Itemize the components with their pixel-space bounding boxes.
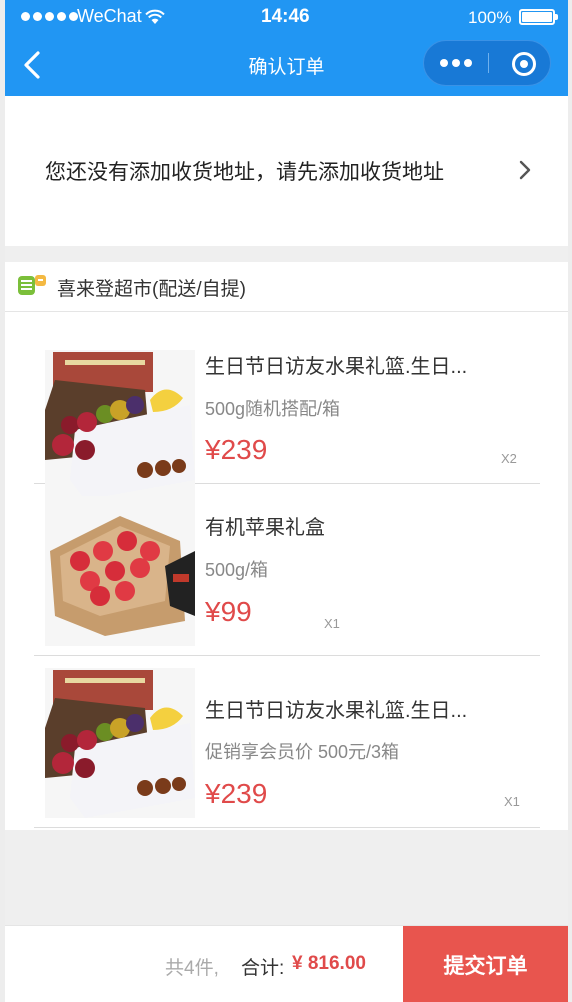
item-title: 生日节日访友水果礼篮.生日... (205, 700, 468, 722)
item-price: ¥99 (205, 596, 252, 627)
item-quantity: X1 (504, 794, 520, 809)
more-icon[interactable] (424, 41, 488, 85)
app-frame: WeChat 14:46 100% 确认订单 您还没有添加收货地址，请先添加收货… (5, 0, 568, 1002)
fruit-basket-image (45, 668, 195, 818)
item-price: ¥239 (205, 778, 268, 809)
order-item[interactable]: 生日节日访友水果礼篮.生日... 500g随机搭配/箱 ¥239 X2 (34, 312, 540, 500)
item-count: 共4件, (165, 958, 219, 979)
address-prompt: 您还没有添加收货地址，请先添加收货地址 (45, 161, 444, 184)
mini-program-capsule (423, 40, 551, 86)
signal-icon (21, 12, 78, 21)
item-quantity: X1 (324, 616, 340, 631)
battery-icon (519, 9, 558, 25)
close-miniprogram-icon[interactable] (512, 52, 536, 76)
item-title: 生日节日访友水果礼篮.生日... (205, 356, 468, 378)
add-address-row[interactable]: 您还没有添加收货地址，请先添加收货地址 (5, 96, 568, 246)
submit-order-button[interactable]: 提交订单 (403, 926, 568, 1002)
store-section: 喜来登超市(配送/自提) 生日节日访友水果礼篮.生日... 500g随机搭配/箱… (5, 262, 568, 830)
store-name: 喜来登超市(配送/自提) (57, 279, 246, 300)
fruit-basket-image (45, 350, 195, 500)
capsule-divider (488, 53, 489, 73)
order-item[interactable]: 有机苹果礼盒 500g/箱 ¥99 X1 (34, 484, 540, 656)
battery-percent: 100% (468, 8, 512, 27)
order-item[interactable]: 生日节日访友水果礼篮.生日... 促销享会员价 500元/3箱 ¥239 X1 (34, 656, 540, 828)
checkout-bar: 共4件, 合计: ¥ 816.00 提交订单 (5, 925, 568, 1002)
total-amount: ¥ 816.00 (292, 953, 366, 974)
item-spec: 促销享会员价 500元/3箱 (205, 742, 400, 762)
item-spec: 500g/箱 (205, 560, 269, 580)
status-time: 14:46 (261, 6, 310, 27)
status-bar: WeChat 14:46 100% (5, 0, 568, 34)
top-bar: WeChat 14:46 100% 确认订单 (5, 0, 568, 96)
carrier-name: WeChat (77, 6, 142, 26)
item-price: ¥239 (205, 434, 268, 465)
item-title: 有机苹果礼盒 (205, 517, 325, 539)
store-header: 喜来登超市(配送/自提) (5, 262, 568, 312)
item-quantity: X2 (501, 451, 517, 466)
wifi-icon (145, 9, 165, 24)
apple-box-image (45, 496, 195, 646)
store-logo-icon (18, 275, 46, 295)
total-label: 合计: (241, 958, 285, 979)
chevron-right-icon (519, 160, 531, 180)
item-spec: 500g随机搭配/箱 (205, 399, 341, 419)
